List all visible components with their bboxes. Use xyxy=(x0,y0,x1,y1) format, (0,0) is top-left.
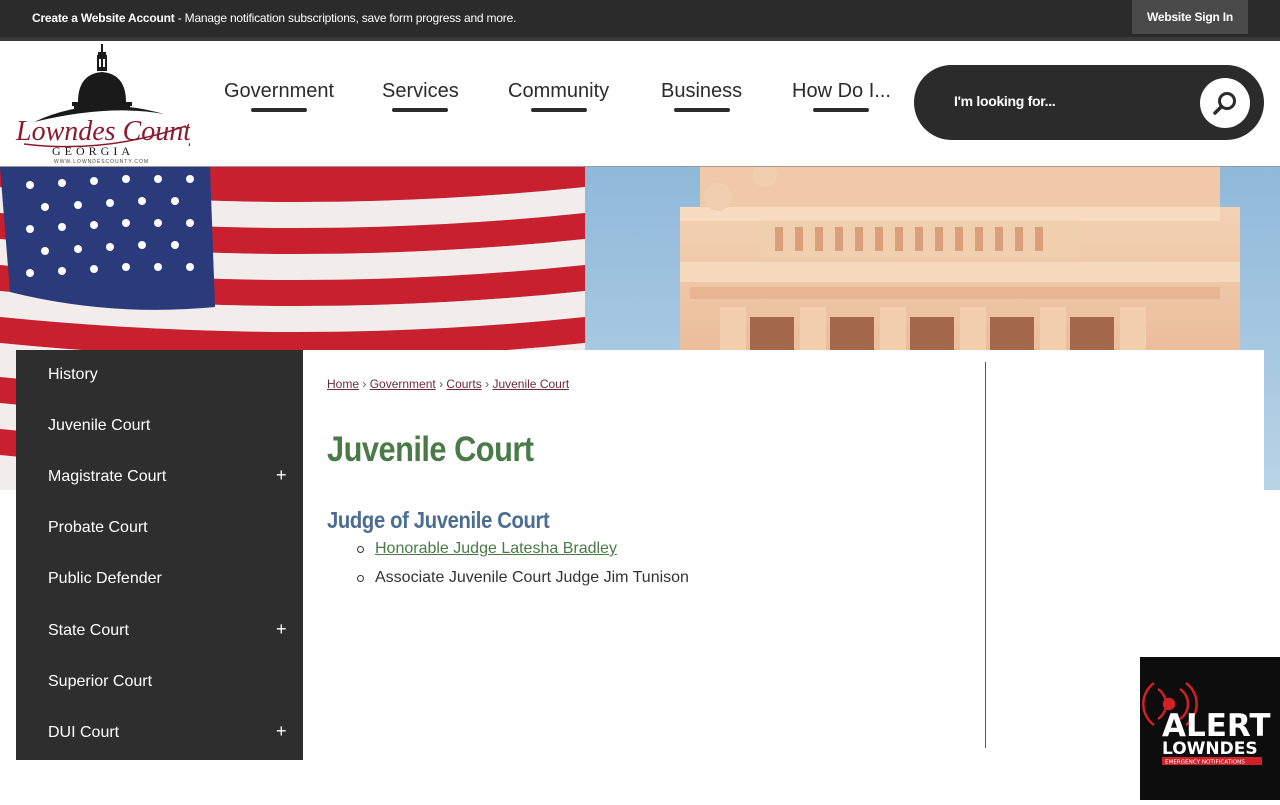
sidebar-item-label: Magistrate Court xyxy=(48,468,167,485)
list-item: Associate Juvenile Court Judge Jim Tunis… xyxy=(357,569,689,598)
county-logo[interactable]: Lowndes County GEORGIA WWW.LOWNDESCOUNTY… xyxy=(14,44,204,166)
nav-underline xyxy=(251,108,308,112)
nav-underline xyxy=(813,108,870,112)
nav-underline xyxy=(530,108,587,112)
column-divider xyxy=(985,362,986,748)
breadcrumb-courts[interactable]: Courts xyxy=(446,377,481,391)
sidebar-item-label: Public Defender xyxy=(48,570,162,587)
section-heading: Judge of Juvenile Court xyxy=(327,507,550,533)
sidebar-item-state-court[interactable]: State Court + xyxy=(16,606,303,657)
breadcrumb-separator: › xyxy=(485,377,490,391)
website-sign-in-button[interactable]: Website Sign In xyxy=(1132,0,1248,34)
nav-how-do-i-label: How Do I... xyxy=(792,80,891,102)
logo-state: GEORGIA xyxy=(52,144,134,158)
sidebar-item-dui-court[interactable]: DUI Court + xyxy=(16,708,303,759)
logo-url: WWW.LOWNDESCOUNTY.COM xyxy=(54,159,149,165)
breadcrumb: Home › Government › Courts › Juvenile Co… xyxy=(327,377,569,391)
judge-tunison-text: Associate Juvenile Court Judge Jim Tunis… xyxy=(375,569,689,586)
nav-business[interactable]: Business xyxy=(661,80,742,112)
sidebar-item-label: Juvenile Court xyxy=(48,417,151,434)
list-item: Honorable Judge Latesha Bradley xyxy=(357,540,689,569)
sidebar-item-label: DUI Court xyxy=(48,724,120,741)
judge-bradley-link[interactable]: Honorable Judge Latesha Bradley xyxy=(375,540,617,557)
nav-community[interactable]: Community xyxy=(508,80,609,112)
create-account-description: - Manage notification subscriptions, sav… xyxy=(174,11,517,25)
sidebar-item-probate-court[interactable]: Probate Court xyxy=(16,503,303,554)
search-button[interactable] xyxy=(1200,78,1250,128)
sidebar-item-juvenile-court[interactable]: Juvenile Court xyxy=(16,401,303,452)
sidebar-item-label: Superior Court xyxy=(48,673,153,690)
search-icon xyxy=(1213,92,1236,115)
nav-community-label: Community xyxy=(508,80,610,102)
nav-services-label: Services xyxy=(382,80,459,102)
nav-underline xyxy=(392,108,449,112)
breadcrumb-juvenile-court[interactable]: Juvenile Court xyxy=(492,377,569,391)
nav-government-label: Government xyxy=(224,80,335,102)
nav-underline xyxy=(673,108,730,112)
search-input[interactable]: I'm looking for... xyxy=(954,93,1056,109)
sidebar-item-superior-court[interactable]: Superior Court xyxy=(16,657,303,708)
search-box: I'm looking for... xyxy=(914,65,1264,140)
alert-tagline: EMERGENCY NOTIFICATIONS xyxy=(1165,760,1245,766)
nav-government[interactable]: Government xyxy=(224,80,334,112)
sidebar-item-label: State Court xyxy=(48,622,129,639)
breadcrumb-separator: › xyxy=(439,377,444,391)
breadcrumb-separator: › xyxy=(362,377,367,391)
judge-list: Honorable Judge Latesha Bradley Associat… xyxy=(357,540,689,598)
sidebar-item-label: History xyxy=(48,366,98,383)
create-account-link[interactable]: Create a Website Account xyxy=(32,11,175,25)
page-title: Juvenile Court xyxy=(327,430,534,469)
sidebar-item-magistrate-court[interactable]: Magistrate Court + xyxy=(16,452,303,503)
expand-plus-icon[interactable]: + xyxy=(276,721,287,742)
nav-how-do-i[interactable]: How Do I... xyxy=(792,80,891,112)
create-account-banner[interactable]: Create a Website Account - Manage notifi… xyxy=(32,11,516,25)
expand-plus-icon[interactable]: + xyxy=(276,619,287,640)
alert-subtitle: LOWNDES xyxy=(1162,739,1258,759)
section-sidebar: History Juvenile Court Magistrate Court +… xyxy=(16,350,303,760)
breadcrumb-home[interactable]: Home xyxy=(327,377,359,391)
logo-wordmark: Lowndes County xyxy=(15,116,190,147)
top-bar: Create a Website Account - Manage notifi… xyxy=(0,0,1280,37)
nav-services[interactable]: Services xyxy=(382,80,459,112)
nav-business-label: Business xyxy=(661,80,743,102)
breadcrumb-government[interactable]: Government xyxy=(370,377,436,391)
sidebar-item-public-defender[interactable]: Public Defender xyxy=(16,554,303,605)
sidebar-item-history[interactable]: History xyxy=(16,350,303,401)
sidebar-item-label: Probate Court xyxy=(48,519,148,536)
alert-lowndes-badge[interactable]: ALERT LOWNDES EMERGENCY NOTIFICATIONS xyxy=(1140,657,1280,800)
expand-plus-icon[interactable]: + xyxy=(276,465,287,486)
